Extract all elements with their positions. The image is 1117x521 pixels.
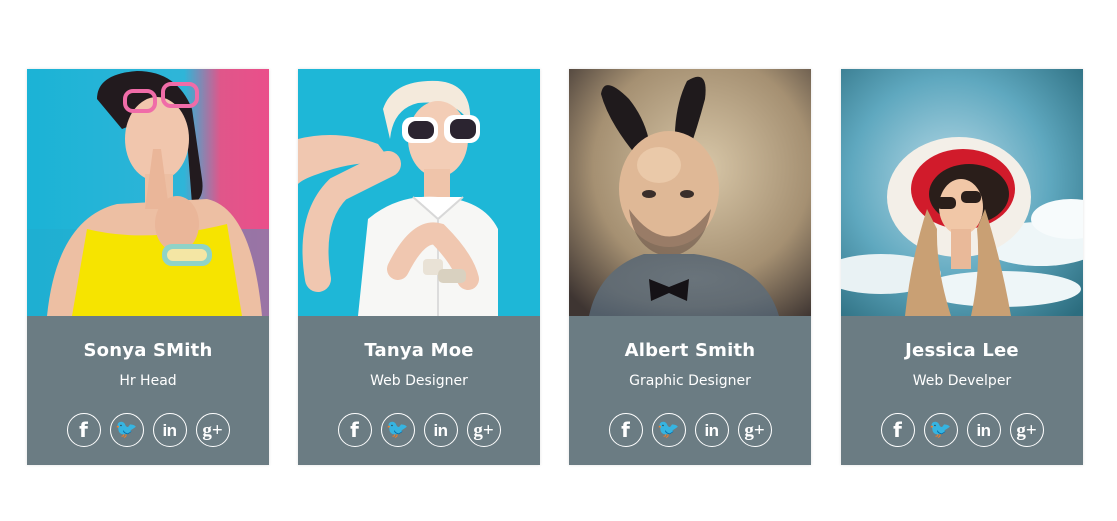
- member-name: Sonya SMith: [83, 340, 213, 361]
- member-info: Jessica Lee Web Develper f 🐦 in g+: [841, 316, 1083, 465]
- member-photo: [569, 69, 811, 316]
- social-links: f 🐦 in g+: [298, 413, 540, 447]
- social-links: f 🐦 in g+: [27, 413, 269, 447]
- facebook-icon[interactable]: f: [608, 413, 643, 447]
- linkedin-icon[interactable]: in: [152, 413, 187, 447]
- team-card: Sonya SMith Hr Head f 🐦 in g+: [27, 69, 269, 465]
- member-name: Albert Smith: [624, 340, 756, 361]
- team-card: Albert Smith Graphic Designer f 🐦 in g+: [569, 69, 811, 465]
- member-role: Web Designer: [370, 373, 468, 389]
- twitter-icon[interactable]: 🐦: [380, 413, 415, 447]
- member-photo: [27, 69, 269, 316]
- linkedin-icon[interactable]: in: [694, 413, 729, 447]
- member-role: Graphic Designer: [629, 373, 751, 389]
- member-info: Albert Smith Graphic Designer f 🐦 in g+: [569, 316, 811, 465]
- twitter-icon[interactable]: 🐦: [923, 413, 958, 447]
- team-section: Sonya SMith Hr Head f 🐦 in g+ Tanya Moe …: [0, 69, 1117, 465]
- social-links: f 🐦 in g+: [569, 413, 811, 447]
- facebook-icon[interactable]: f: [66, 413, 101, 447]
- team-card: Jessica Lee Web Develper f 🐦 in g+: [841, 69, 1083, 465]
- member-role: Hr Head: [119, 373, 177, 389]
- member-role: Web Develper: [912, 373, 1012, 389]
- member-photo: [298, 69, 540, 316]
- twitter-icon[interactable]: 🐦: [651, 413, 686, 447]
- member-photo-illustration: [298, 69, 540, 316]
- member-name: Tanya Moe: [364, 340, 474, 361]
- member-photo: [841, 69, 1083, 316]
- google-plus-icon[interactable]: g+: [466, 413, 501, 447]
- facebook-icon[interactable]: f: [880, 413, 915, 447]
- google-plus-icon[interactable]: g+: [737, 413, 772, 447]
- google-plus-icon[interactable]: g+: [195, 413, 230, 447]
- google-plus-icon[interactable]: g+: [1009, 413, 1044, 447]
- twitter-icon[interactable]: 🐦: [109, 413, 144, 447]
- member-photo-illustration: [569, 69, 811, 316]
- member-photo-illustration: [27, 69, 269, 316]
- facebook-icon[interactable]: f: [337, 413, 372, 447]
- member-info: Tanya Moe Web Designer f 🐦 in g+: [298, 316, 540, 465]
- member-info: Sonya SMith Hr Head f 🐦 in g+: [27, 316, 269, 465]
- linkedin-icon[interactable]: in: [966, 413, 1001, 447]
- team-card: Tanya Moe Web Designer f 🐦 in g+: [298, 69, 540, 465]
- member-photo-illustration: [841, 69, 1083, 316]
- linkedin-icon[interactable]: in: [423, 413, 458, 447]
- member-name: Jessica Lee: [905, 340, 1019, 361]
- social-links: f 🐦 in g+: [841, 413, 1083, 447]
